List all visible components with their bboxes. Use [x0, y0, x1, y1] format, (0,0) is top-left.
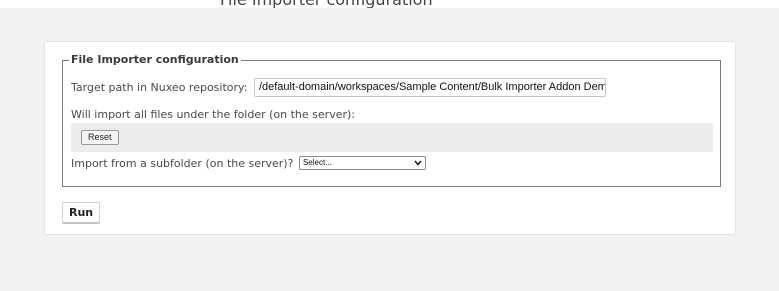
subfolder-label: Import from a subfolder (on the server)?: [71, 156, 294, 170]
target-path-label: Target path in Nuxeo repository:: [71, 81, 248, 94]
folder-selection-area: Reset: [71, 123, 713, 152]
importer-panel: File Importer configuration Target path …: [44, 41, 736, 235]
run-button[interactable]: Run: [62, 202, 101, 224]
subfolder-selected-value: Select...: [302, 158, 332, 167]
reset-button[interactable]: Reset: [81, 130, 119, 145]
config-fieldset: File Importer configuration Target path …: [62, 54, 721, 187]
subfolder-row: Import from a subfolder (on the server)?…: [71, 156, 426, 170]
will-import-text: Will import all files under the folder (…: [71, 108, 355, 121]
page-header-title: File Importer configuration: [220, 0, 433, 8]
target-path-input[interactable]: /default-domain/workspaces/Sample Conten…: [253, 78, 606, 97]
chevron-down-icon: [414, 160, 422, 166]
page-header: File Importer configuration: [0, 0, 779, 8]
target-path-row: Target path in Nuxeo repository: /defaul…: [71, 78, 606, 97]
subfolder-select[interactable]: Select...: [298, 156, 426, 170]
config-legend: File Importer configuration: [71, 53, 239, 66]
